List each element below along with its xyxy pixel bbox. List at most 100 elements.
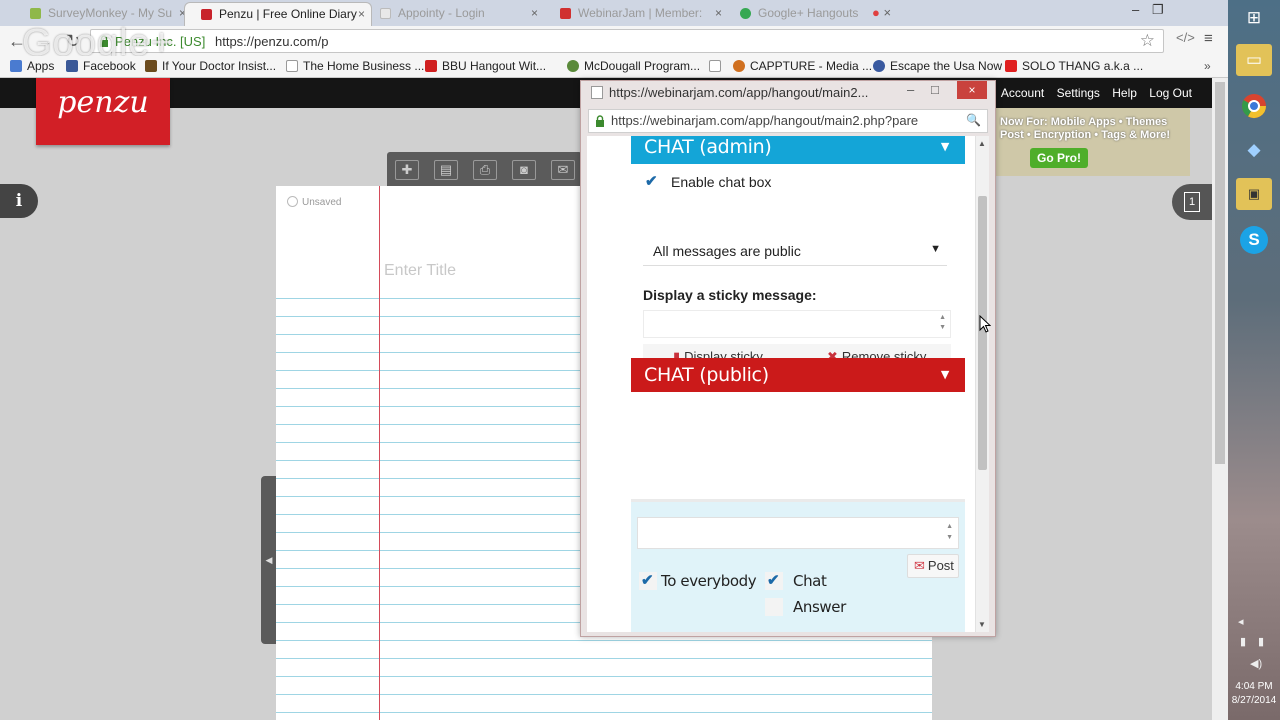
capture-icon [733, 60, 745, 72]
tab-webinarjam[interactable]: WebinarJam | Member: × [544, 2, 728, 26]
editor-toolbar: ✚ ▤ ⎙ ◙ ✉ [387, 152, 582, 188]
go-pro-banner[interactable]: Now For: Mobile Apps • Themes Post • Enc… [990, 108, 1190, 176]
mouse-cursor-icon [979, 315, 991, 333]
reload-icon[interactable]: ↻ [62, 30, 84, 52]
message-visibility-select[interactable]: All messages are public ▼ [643, 238, 947, 266]
restore-icon[interactable]: ❐ [1152, 2, 1164, 18]
chat-public-header[interactable]: CHAT (public) ▼ [631, 358, 965, 398]
chrome-icon[interactable] [1236, 90, 1272, 122]
tab-hangouts[interactable]: Google+ Hangouts [724, 2, 864, 26]
page-scrollbar[interactable] [1212, 78, 1228, 720]
zoom-icon[interactable]: 🔍 [966, 113, 981, 127]
document-favicon-icon [380, 8, 391, 19]
tab-close-icon[interactable]: × [715, 2, 722, 24]
bookmark-home-business[interactable]: The Home Business ... [286, 59, 424, 73]
secure-origin-label: Penzu Inc. [US] [115, 34, 206, 49]
popup-scroll-thumb[interactable] [978, 196, 987, 470]
tab-appointy[interactable]: Appointy - Login × [364, 2, 544, 26]
extension-icon[interactable]: </> [1176, 30, 1195, 45]
tray-arrow-icon[interactable]: ◂ [1238, 615, 1244, 628]
go-pro-button[interactable]: Go Pro! [1030, 148, 1088, 168]
collapse-caret-icon[interactable]: ▼ [941, 136, 949, 164]
popup-address-bar[interactable]: https://webinarjam.com/app/hangout/main2… [588, 109, 988, 133]
popup-maximize-icon[interactable]: □ [931, 82, 939, 97]
penzu-logo[interactable]: penzu [36, 78, 170, 145]
popup-minimize-icon[interactable]: – [907, 82, 914, 97]
bookmark-star-icon[interactable]: ☆ [1140, 31, 1155, 51]
enable-chat-label[interactable]: Enable chat box [671, 174, 771, 190]
page-icon [709, 60, 721, 72]
bookmark-blank[interactable] [709, 59, 726, 73]
left-panel-handle-icon[interactable]: ◀ [261, 476, 277, 644]
save-icon[interactable]: ▤ [434, 160, 458, 180]
file-explorer-icon[interactable]: ▭ [1236, 44, 1272, 76]
volume-icon[interactable]: ◀) [1250, 657, 1262, 670]
chat-message-input[interactable]: ▲ ▼ [637, 517, 959, 549]
page-scroll-thumb[interactable] [1215, 82, 1225, 464]
entry-title-input[interactable]: Enter Title [384, 262, 456, 280]
forward-icon[interactable]: → [34, 30, 56, 52]
tab-surveymonkey[interactable]: SurveyMonkey - My Su × [14, 2, 192, 26]
system-clock[interactable]: 4:04 PM 8/27/2014 [1228, 680, 1280, 708]
journal-tab[interactable]: 1 [1172, 184, 1212, 220]
post-button[interactable]: ✉ Post [907, 554, 959, 578]
hangouts-favicon-icon [740, 8, 751, 19]
chat-admin-header[interactable]: CHAT (admin) ▼ [631, 136, 965, 164]
network-signal-icon[interactable]: ▮ [1258, 635, 1264, 648]
bookmarks-overflow-icon[interactable]: » [1204, 59, 1211, 73]
skype-icon[interactable]: S [1236, 224, 1272, 256]
battery-icon[interactable]: ▮ [1240, 635, 1246, 648]
back-icon[interactable]: ← [6, 30, 28, 52]
tab-close-icon[interactable]: × [531, 2, 538, 24]
bookmark-doctor[interactable]: If Your Doctor Insist... [145, 59, 276, 73]
recording-tab-indicator[interactable]: ● × [872, 5, 902, 21]
scroll-down-icon[interactable]: ▼ [978, 620, 986, 629]
print-icon[interactable]: ⎙ [473, 160, 497, 180]
nav-help[interactable]: Help [1112, 86, 1137, 100]
url-text[interactable]: https://penzu.com/p [215, 34, 328, 49]
nav-settings[interactable]: Settings [1057, 86, 1100, 100]
bookmark-solo-thang[interactable]: SOLO THANG a.k.a ... [1005, 59, 1143, 73]
minimize-icon[interactable]: – [1132, 2, 1139, 17]
bookmark-mcdougall[interactable]: McDougall Program... [567, 59, 700, 73]
sticky-message-input[interactable]: ▲ ▼ [643, 310, 951, 338]
camera-icon[interactable]: ◙ [512, 160, 536, 180]
bookmark-facebook[interactable]: Facebook [66, 59, 136, 73]
nav-account[interactable]: Account [1001, 86, 1044, 100]
journal-count: 1 [1184, 192, 1200, 212]
answer-option-label[interactable]: Answer [793, 598, 846, 616]
info-icon[interactable]: i [0, 184, 38, 218]
windows-start-icon[interactable]: ⊞ [1236, 2, 1272, 34]
new-entry-icon[interactable]: ✚ [395, 160, 419, 180]
system-tray: ◂ ▮ ▮ ◀) [1232, 615, 1276, 675]
bookmark-apps[interactable]: Apps [10, 59, 54, 73]
popup-url-text[interactable]: https://webinarjam.com/app/hangout/main2… [611, 113, 963, 128]
chat-option-label[interactable]: Chat [793, 572, 827, 590]
popup-scrollbar[interactable]: ▲ ▼ [975, 136, 989, 632]
scroll-up-icon[interactable]: ▲ [978, 139, 986, 148]
answer-checkbox[interactable] [765, 598, 783, 616]
page-icon [286, 60, 298, 72]
nav-logout[interactable]: Log Out [1149, 86, 1192, 100]
collapse-caret-icon[interactable]: ▼ [941, 358, 949, 392]
bookmark-bbu-hangout[interactable]: BBU Hangout Wit... [425, 59, 546, 73]
window-controls: – ❐ [1046, 0, 1176, 22]
webinarjam-favicon-icon [560, 8, 571, 19]
bookmark-escape-usa[interactable]: Escape the Usa Now [873, 59, 1002, 73]
popup-close-icon[interactable]: × [957, 81, 987, 99]
unsaved-status: Unsaved [287, 196, 341, 208]
address-bar[interactable]: Penzu Inc. [US] https://penzu.com/p ☆ [90, 29, 1164, 53]
to-everybody-checkmark-icon: ✔ [641, 572, 654, 589]
network-app-icon[interactable]: ▣ [1236, 178, 1272, 210]
tab-penzu[interactable]: Penzu | Free Online Diary × [184, 2, 372, 26]
bookmarks-bar: Apps Facebook If Your Doctor Insist... T… [0, 56, 1228, 78]
admin-chat-panel: ✔ Enable chat box All messages are publi… [631, 164, 965, 370]
to-everybody-label[interactable]: To everybody [661, 572, 757, 590]
email-icon[interactable]: ✉ [551, 160, 575, 180]
menu-hamburger-icon[interactable]: ≡ [1204, 30, 1213, 47]
app-diamond-icon[interactable]: ◆ [1236, 134, 1272, 166]
enable-chat-checkmark-icon[interactable]: ✔ [645, 172, 658, 190]
chat-compose-area: ▲ ▼ ✉ Post ✔ To everybody ✔ Chat Answer [631, 499, 965, 632]
bookmark-capture[interactable]: CAPPTURE - Media ... [733, 59, 872, 73]
public-chat-messages [631, 392, 965, 496]
